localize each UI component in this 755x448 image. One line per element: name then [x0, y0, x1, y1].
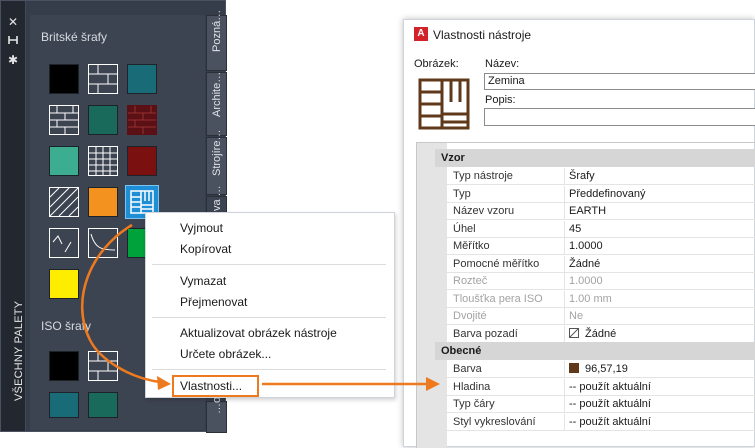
annotation-arrows — [81, 223, 440, 391]
